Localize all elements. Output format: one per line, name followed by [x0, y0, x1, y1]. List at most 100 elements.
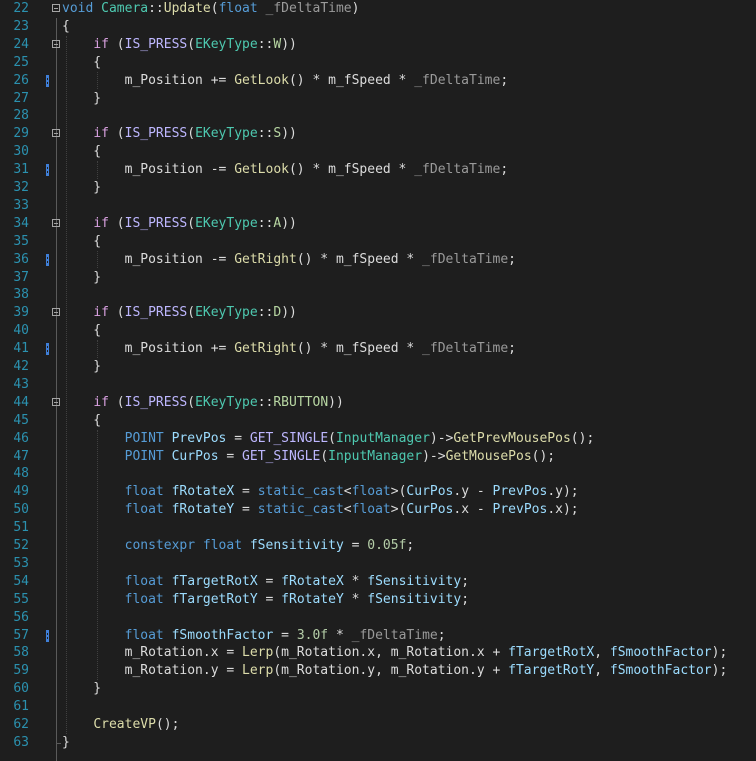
line-number: 42	[13, 359, 29, 374]
code-token: Lerp	[242, 663, 274, 679]
code-token: )->	[422, 448, 446, 464]
code-text: if (IS_PRESS(EKeyType::D))	[62, 304, 297, 322]
code-line[interactable]: 31 m_Position -= GetLook() * m_fSpeed * …	[0, 161, 756, 179]
code-token: _fDeltaTime	[422, 341, 509, 357]
code-token: CreateVP	[93, 717, 156, 732]
collapse-icon[interactable]	[52, 397, 60, 406]
code-token: constexpr float	[124, 538, 250, 553]
indent-guide	[97, 340, 99, 358]
code-token: =	[257, 573, 282, 589]
code-token: }	[62, 681, 102, 697]
line-number: 58	[13, 645, 29, 661]
code-line[interactable]: 47 POINT CurPos = GET_SINGLE(InputManage…	[0, 448, 756, 466]
code-line[interactable]: 42 }	[0, 358, 756, 376]
code-token: );	[711, 663, 728, 679]
code-token: (	[187, 36, 196, 52]
code-line[interactable]: 33	[0, 197, 756, 215]
code-text: {	[62, 412, 101, 430]
code-line[interactable]: 36 m_Position -= GetRight() * m_fSpeed *…	[0, 251, 756, 269]
code-line[interactable]: 53	[0, 555, 756, 573]
code-line[interactable]: 39 if (IS_PRESS(EKeyType::D))	[0, 304, 756, 322]
code-line[interactable]: 27 }	[0, 90, 756, 108]
code-token: m_Rotation.y =	[62, 663, 243, 679]
indent-guide	[66, 35, 67, 734]
code-line[interactable]: 60 }	[0, 680, 756, 698]
code-line[interactable]: 24 if (IS_PRESS(EKeyType::W))	[0, 36, 756, 54]
code-token: Update	[163, 1, 211, 16]
code-token: (	[116, 305, 125, 321]
code-line[interactable]: 54 float fTargetRotX = fRotateX * fSensi…	[0, 573, 756, 591]
line-number: 56	[13, 609, 29, 625]
code-token: (	[116, 394, 125, 410]
code-token: (	[328, 430, 336, 446]
collapse-icon[interactable]	[52, 4, 60, 12]
code-text: float fSmoothFactor = 3.0f * _fDeltaTime…	[62, 627, 446, 645]
code-line[interactable]: 22 void Camera::Update(float _fDeltaTime)	[0, 0, 756, 18]
line-number: 49	[13, 484, 29, 500]
code-token: }	[62, 180, 102, 195]
code-line[interactable]: 59 m_Rotation.y = Lerp(m_Rotation.y, m_R…	[0, 662, 756, 680]
code-token: ,	[594, 663, 610, 679]
code-line[interactable]: 29 if (IS_PRESS(EKeyType::S))	[0, 125, 756, 143]
code-line[interactable]: 61	[0, 698, 756, 716]
code-line[interactable]: 62 CreateVP();	[0, 716, 756, 734]
code-text: constexpr float fSensitivity = 0.05f;	[62, 537, 415, 555]
collapse-icon[interactable]	[52, 218, 60, 227]
code-line[interactable]: 38	[0, 286, 756, 304]
code-line[interactable]: 44 if (IS_PRESS(EKeyType::RBUTTON))	[0, 394, 756, 412]
code-line[interactable]: 63}	[0, 734, 756, 752]
line-number: 33	[13, 197, 29, 213]
code-line[interactable]: 50 float fRotateY = static_cast<float>(C…	[0, 501, 756, 519]
code-line[interactable]: 23 {	[0, 18, 756, 36]
code-token: CurPos	[406, 502, 454, 518]
code-line[interactable]: 26 m_Position += GetLook() * m_fSpeed * …	[0, 72, 756, 90]
code-token: if	[93, 126, 117, 142]
code-line[interactable]: 37 }	[0, 269, 756, 287]
code-token: float	[124, 573, 172, 589]
collapse-icon[interactable]	[52, 308, 60, 317]
code-token: =	[218, 448, 243, 464]
code-token: if	[93, 36, 117, 52]
code-line[interactable]: 34 if (IS_PRESS(EKeyType::A))	[0, 215, 756, 233]
code-token: float	[351, 484, 391, 500]
collapse-icon[interactable]	[52, 39, 60, 48]
code-token: ::	[257, 305, 274, 321]
code-line[interactable]: 51	[0, 519, 756, 537]
line-number: 34	[13, 215, 29, 231]
code-token: fTargetRotX	[508, 645, 595, 661]
code-line[interactable]: 32 }	[0, 179, 756, 197]
code-token: (m_Rotation.y, m_Rotation.y +	[273, 663, 509, 679]
line-number: 30	[13, 144, 29, 160]
code-line[interactable]: 28	[0, 107, 756, 125]
code-line[interactable]: 52 constexpr float fSensitivity = 0.05f;	[0, 537, 756, 555]
code-line[interactable]: 45 {	[0, 412, 756, 430]
code-editor[interactable]: 22 void Camera::Update(float _fDeltaTime)…	[0, 0, 756, 761]
code-line[interactable]: 30 {	[0, 143, 756, 161]
code-token: EKeyType	[195, 394, 258, 410]
line-number: 51	[13, 520, 29, 536]
code-token: fTargetRotY	[171, 591, 258, 607]
code-line[interactable]: 56	[0, 609, 756, 627]
code-token: ();	[531, 448, 556, 464]
code-line[interactable]: 40 {	[0, 322, 756, 340]
code-line[interactable]: 49 float fRotateX = static_cast<float>(C…	[0, 483, 756, 501]
code-line[interactable]: 48	[0, 465, 756, 483]
code-text: }	[62, 680, 101, 698]
code-line[interactable]: 25 {	[0, 54, 756, 72]
collapse-icon[interactable]	[52, 129, 60, 138]
code-text: if (IS_PRESS(EKeyType::W))	[62, 36, 297, 54]
code-line[interactable]: 41 m_Position += GetRight() * m_fSpeed *…	[0, 340, 756, 358]
code-line[interactable]: 58 m_Rotation.x = Lerp(m_Rotation.x, m_R…	[0, 644, 756, 662]
code-line[interactable]: 46 POINT PrevPos = GET_SINGLE(InputManag…	[0, 430, 756, 448]
code-token: ::	[257, 36, 274, 52]
code-line[interactable]: 43	[0, 376, 756, 394]
code-line[interactable]: 55 float fTargetRotY = fRotateY * fSensi…	[0, 591, 756, 609]
line-number: 29	[13, 126, 29, 142]
code-token: *	[343, 573, 368, 589]
code-line[interactable]: 35 {	[0, 233, 756, 251]
code-token: fTargetRotY	[508, 663, 595, 679]
code-line[interactable]: 57 float fSmoothFactor = 3.0f * _fDeltaT…	[0, 627, 756, 645]
code-token: ::	[257, 215, 274, 231]
indent-guide	[97, 250, 99, 269]
